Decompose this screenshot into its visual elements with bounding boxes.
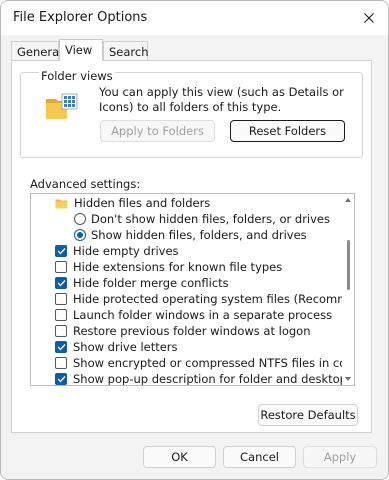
list-item-label: Hide extensions for known file types xyxy=(73,260,283,274)
scroll-down-arrow-icon[interactable] xyxy=(345,377,351,381)
list-item-restore-windows[interactable]: Restore previous folder windows at logon xyxy=(55,323,311,339)
tab-search-label: Search xyxy=(109,45,149,59)
tab-general[interactable]: General xyxy=(11,41,63,60)
list-item-label: Show encrypted or compressed NTFS files … xyxy=(73,356,355,370)
list-item-hide-empty-drives[interactable]: Hide empty drives xyxy=(55,243,179,259)
list-item-hide-protected-files[interactable]: Hide protected operating system files (R… xyxy=(55,291,354,307)
checkbox[interactable] xyxy=(55,261,67,273)
cancel-label: Cancel xyxy=(240,450,279,464)
dialog-window: File Explorer Options General View Searc… xyxy=(0,0,389,480)
checkbox[interactable] xyxy=(55,309,67,321)
list-item-label: Launch folder windows in a separate proc… xyxy=(73,308,333,322)
list-item-label: Restore previous folder windows at logon xyxy=(73,324,311,338)
list-item-label: Hidden files and folders xyxy=(74,196,211,210)
apply-label: Apply xyxy=(323,450,357,464)
list-scrollbar[interactable] xyxy=(342,194,354,385)
folder-views-description: You can apply this view (such as Details… xyxy=(99,85,344,114)
list-item-hide-extensions[interactable]: Hide extensions for known file types xyxy=(55,259,282,275)
list-item-hidden-files-folder: Hidden files and folders xyxy=(55,195,210,211)
list-item-label: Show drive letters xyxy=(73,340,178,354)
checkbox[interactable] xyxy=(55,341,67,353)
reset-folders-button[interactable]: Reset Folders xyxy=(230,120,345,142)
checkbox[interactable] xyxy=(55,293,67,305)
window-title: File Explorer Options xyxy=(13,10,148,25)
list-item-hide-merge-conflicts[interactable]: Hide folder merge conflicts xyxy=(55,275,229,291)
tab-search[interactable]: Search xyxy=(103,41,149,60)
checkmark-icon xyxy=(57,376,66,383)
advanced-settings-label: Advanced settings: xyxy=(30,177,141,191)
folder-views-icon xyxy=(45,93,79,124)
list-item-label: Don't show hidden files, folders, or dri… xyxy=(91,212,331,226)
ok-button[interactable]: OK xyxy=(143,446,216,468)
folder-icon xyxy=(55,199,68,208)
title-bar: File Explorer Options xyxy=(1,1,388,35)
list-item-label: Hide folder merge conflicts xyxy=(73,276,229,290)
checkbox[interactable] xyxy=(55,357,67,369)
tab-view[interactable]: View xyxy=(59,39,103,61)
list-item-dont-show-hidden[interactable]: Don't show hidden files, folders, or dri… xyxy=(74,211,330,227)
list-item-show-drive-letters[interactable]: Show drive letters xyxy=(55,339,178,355)
advanced-settings-list[interactable]: Hidden files and folders Don't show hidd… xyxy=(30,193,355,386)
checkbox[interactable] xyxy=(55,277,67,289)
close-icon xyxy=(364,13,374,23)
list-item-label: Show pop-up description for folder and d… xyxy=(73,372,355,386)
list-item-label: Hide protected operating system files (R… xyxy=(73,292,354,306)
radio-button[interactable] xyxy=(74,213,86,225)
scroll-thumb[interactable] xyxy=(347,240,350,290)
checkbox[interactable] xyxy=(55,245,67,257)
radio-button[interactable] xyxy=(74,229,86,241)
ok-label: OK xyxy=(171,450,188,464)
checkmark-icon xyxy=(57,248,66,255)
list-item-popup-description[interactable]: Show pop-up description for folder and d… xyxy=(55,371,355,386)
apply-to-folders-button[interactable]: Apply to Folders xyxy=(100,120,215,142)
scroll-up-arrow-icon[interactable] xyxy=(345,198,351,202)
apply-to-folders-label: Apply to Folders xyxy=(111,124,204,138)
tab-view-label: View xyxy=(65,43,93,57)
folder-views-group-label: Folder views xyxy=(39,69,115,83)
tab-general-label: General xyxy=(17,45,63,59)
restore-defaults-button[interactable]: Restore Defaults xyxy=(258,404,358,426)
cancel-button[interactable]: Cancel xyxy=(223,446,296,468)
reset-folders-label: Reset Folders xyxy=(248,124,327,138)
checkmark-icon xyxy=(57,280,66,287)
checkbox[interactable] xyxy=(55,373,67,385)
restore-defaults-label: Restore Defaults xyxy=(260,408,356,422)
close-button[interactable] xyxy=(356,6,382,30)
apply-button[interactable]: Apply xyxy=(303,446,377,468)
checkbox[interactable] xyxy=(55,325,67,337)
list-item-separate-process[interactable]: Launch folder windows in a separate proc… xyxy=(55,307,332,323)
list-item-label: Show hidden files, folders, and drives xyxy=(91,228,307,242)
list-item-label: Hide empty drives xyxy=(73,244,179,258)
list-item-show-hidden[interactable]: Show hidden files, folders, and drives xyxy=(74,227,307,243)
list-item-ntfs-color[interactable]: Show encrypted or compressed NTFS files … xyxy=(55,355,355,371)
checkmark-icon xyxy=(57,344,66,351)
